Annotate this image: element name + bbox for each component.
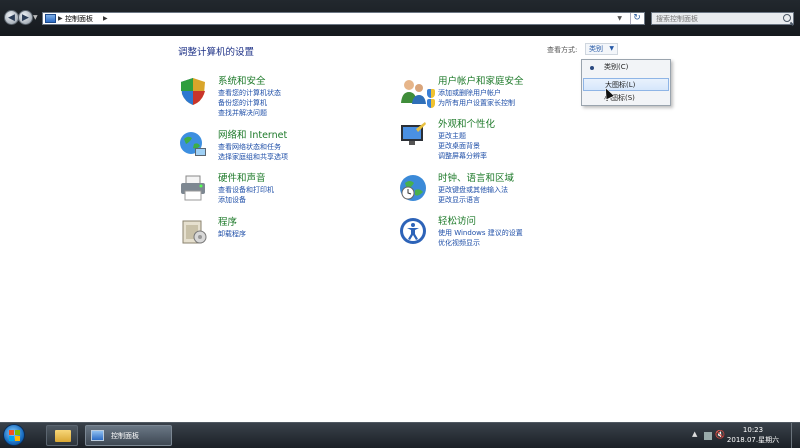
navigation-bar: ◀ ▶ ▼ ▶ 控制面板 ▶ ▼ ↻ [0,0,800,36]
link-optimize-display[interactable]: 优化视频显示 [438,239,480,248]
page-title: 调整计算机的设置 [178,47,255,58]
link-label: 添加或删除用户帐户 [438,89,501,97]
address-bar[interactable]: ▶ 控制面板 ▶ ▼ ↻ [42,12,645,25]
category-title[interactable]: 程序 [218,217,237,228]
link-change-background[interactable]: 更改桌面背景 [438,142,480,151]
network-icon[interactable] [704,432,712,440]
view-by-label: 查看方式: [547,46,578,54]
menu-item-category[interactable]: 类别(C) [583,61,669,74]
category-title[interactable]: 时钟、语言和区域 [438,173,514,184]
start-button[interactable] [3,424,25,446]
chevron-down-icon: ▼ [609,45,614,52]
clock[interactable]: 10:23 2018.07.星期六 [718,425,788,445]
programs-icon [182,220,207,244]
clock-globe-icon [400,175,426,201]
link-change-input-method[interactable]: 更改键盘或其他输入法 [438,186,508,195]
category-title[interactable]: 用户帐户和家庭安全 [438,76,524,87]
refresh-button[interactable]: ↻ [630,13,643,24]
monitor-paint-icon [401,122,426,145]
chevron-right-icon[interactable]: ▶ [103,15,108,22]
link-change-theme[interactable]: 更改主题 [438,132,466,141]
link-view-computer-status[interactable]: 查看您的计算机状态 [218,89,281,98]
clock-time: 10:23 [742,426,764,434]
shield-icon [181,78,205,105]
view-by-menu: 类别(C) 大图标(L) 小图标(S) [581,59,671,106]
menu-item-small-icons[interactable]: 小图标(S) [583,92,669,105]
clock-date: 2018.07.星期六 [726,436,780,444]
link-recommended-settings[interactable]: 使用 Windows 建议的设置 [438,229,523,238]
control-panel-icon [91,430,104,441]
link-change-display-language[interactable]: 更改显示语言 [438,196,480,205]
accessibility-icon [400,218,426,244]
selected-bullet-icon [590,66,594,70]
link-parental-controls[interactable]: 为所有用户设置家长控制 [427,99,515,108]
users-icon [401,80,426,104]
category-title[interactable]: 网络和 Internet [218,130,287,141]
link-screen-resolution[interactable]: 调整屏幕分辨率 [438,152,487,161]
search-input[interactable] [652,13,784,24]
printer-icon [181,175,205,201]
system-tray: ▲ 🔇 10:23 2018.07.星期六 [670,423,800,448]
link-add-device[interactable]: 添加设备 [218,196,246,205]
taskbar: 控制面板 ▲ 🔇 10:23 2018.07.星期六 [0,422,800,448]
link-label: 为所有用户设置家长控制 [438,99,515,107]
chevron-up-icon[interactable]: ▲ [692,430,700,438]
category-title[interactable]: 外观和个性化 [438,119,495,130]
link-network-status[interactable]: 查看网络状态和任务 [218,143,281,152]
folder-icon [55,430,71,442]
view-by-value: 类别 [589,45,603,53]
uac-shield-icon [427,99,435,108]
view-by-dropdown[interactable]: 类别 ▼ [585,43,618,55]
control-panel-icon [45,14,56,23]
category-title[interactable]: 硬件和声音 [218,173,266,184]
chevron-right-icon[interactable]: ▶ [58,15,63,22]
uac-shield-icon [427,89,435,98]
taskbar-window-label: 控制面板 [111,432,139,440]
category-title[interactable]: 轻松访问 [438,216,476,227]
taskbar-explorer-button[interactable] [46,425,78,446]
link-backup-computer[interactable]: 备份您的计算机 [218,99,267,108]
link-add-remove-accounts[interactable]: 添加或删除用户帐户 [427,89,501,98]
link-uninstall-program[interactable]: 卸载程序 [218,230,246,239]
search-box[interactable] [651,12,794,25]
link-devices-printers[interactable]: 查看设备和打印机 [218,186,274,195]
category-title[interactable]: 系统和安全 [218,76,266,87]
search-icon[interactable] [783,14,791,22]
taskbar-control-panel-button[interactable]: 控制面板 [85,425,172,446]
globe-network-icon [180,132,206,156]
recent-pages-dropdown[interactable]: ▼ [33,14,38,21]
link-homegroup-sharing[interactable]: 选择家庭组和共享选项 [218,153,288,162]
menu-item-large-icons[interactable]: 大图标(L) [583,78,669,91]
link-troubleshoot[interactable]: 查找并解决问题 [218,109,267,118]
forward-button[interactable]: ▶ [18,10,33,25]
address-dropdown-icon[interactable]: ▼ [617,15,622,22]
show-desktop-button[interactable] [791,423,800,448]
back-button[interactable]: ◀ [4,10,19,25]
breadcrumb-control-panel[interactable]: 控制面板 [65,14,93,24]
